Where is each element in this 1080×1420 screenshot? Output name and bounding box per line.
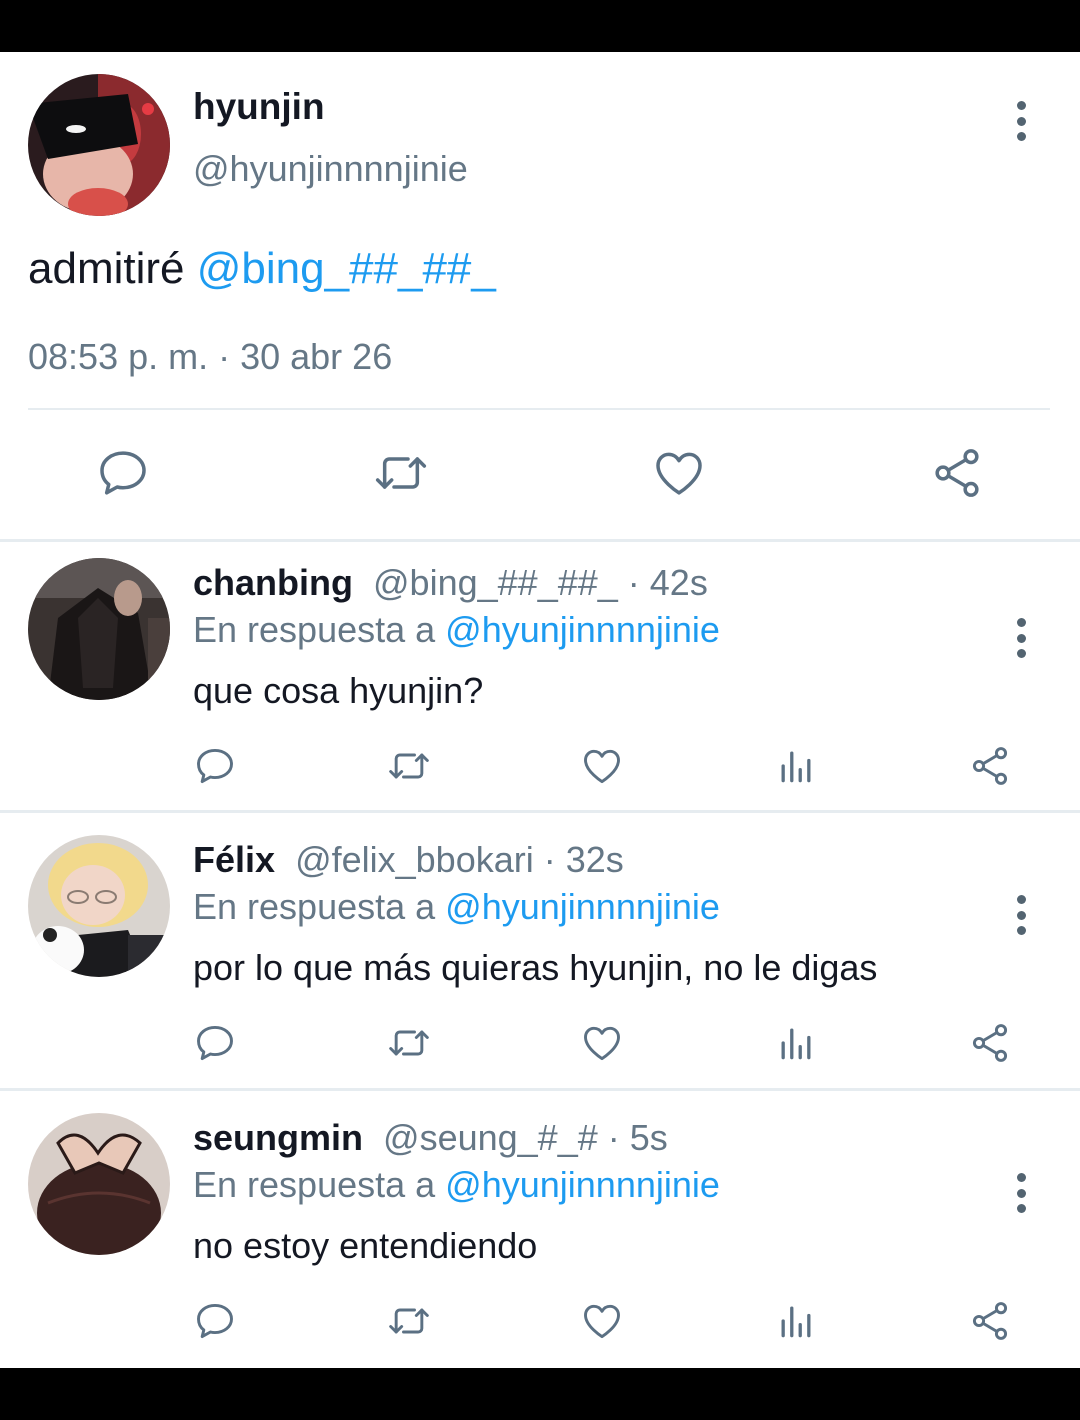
share-icon[interactable] (964, 1017, 1016, 1069)
author-name[interactable]: hyunjin (193, 86, 325, 128)
avatar-felix[interactable] (28, 835, 170, 977)
reply-author-name[interactable]: seungmin (193, 1117, 363, 1158)
mention-link[interactable]: @bing_##_##_ (197, 244, 496, 293)
reply-tweet[interactable]: Félix @felix_bbokari · 32s En respuesta … (0, 819, 1080, 1087)
reply-icon[interactable] (92, 442, 154, 504)
divider (0, 810, 1080, 813)
tweet-thread-screen: hyunjin @hyunjinnnnjinie admitiré @bing_… (0, 52, 1080, 1368)
retweet-icon[interactable] (383, 1017, 435, 1069)
reply-icon[interactable] (189, 740, 241, 792)
navigation-bar (0, 1368, 1080, 1420)
reply-author-handle[interactable]: @seung_#_# (383, 1117, 598, 1158)
reply-text: por lo que más quieras hyunjin, no le di… (193, 947, 878, 988)
reply-actions (0, 1017, 1080, 1069)
replying-to-mention[interactable]: @hyunjinnnnjinie (445, 609, 720, 650)
analytics-icon[interactable] (770, 740, 822, 792)
author-handle[interactable]: @hyunjinnnnjinie (193, 148, 468, 190)
more-options-icon[interactable] (1011, 618, 1031, 658)
share-icon[interactable] (964, 1295, 1016, 1347)
replying-to: En respuesta a @hyunjinnnnjinie (193, 886, 720, 928)
avatar-hyunjin[interactable] (28, 74, 170, 216)
reply-header: seungmin @seung_#_# · 5s (193, 1117, 668, 1159)
avatar-seungmin[interactable] (28, 1113, 170, 1255)
reply-author-handle[interactable]: @bing_##_##_ (373, 562, 618, 603)
tweet-text-body: admitiré (28, 244, 197, 293)
share-icon[interactable] (926, 442, 988, 504)
retweet-icon[interactable] (383, 740, 435, 792)
reply-actions (0, 1295, 1080, 1347)
reply-text: no estoy entendiendo (193, 1225, 538, 1266)
more-options-icon[interactable] (1011, 101, 1031, 141)
reply-author-name[interactable]: chanbing (193, 562, 353, 603)
tweet-text: admitiré @bing_##_##_ (28, 244, 496, 294)
retweet-icon[interactable] (370, 442, 432, 504)
replying-to-mention[interactable]: @hyunjinnnnjinie (445, 1164, 720, 1205)
reply-time: · 32s (543, 839, 624, 880)
reply-text: que cosa hyunjin? (193, 670, 484, 711)
reply-header: chanbing @bing_##_##_ · 42s (193, 562, 708, 604)
replying-to: En respuesta a @hyunjinnnnjinie (193, 1164, 720, 1206)
reply-icon[interactable] (189, 1017, 241, 1069)
reply-author-name[interactable]: Félix (193, 839, 275, 880)
tweet-timestamp: 08:53 p. m. · 30 abr 26 (28, 336, 393, 377)
reply-icon[interactable] (189, 1295, 241, 1347)
reply-time: · 5s (607, 1117, 668, 1158)
replying-to: En respuesta a @hyunjinnnnjinie (193, 609, 720, 651)
analytics-icon[interactable] (770, 1295, 822, 1347)
like-icon[interactable] (576, 1295, 628, 1347)
like-icon[interactable] (648, 442, 710, 504)
reply-header: Félix @felix_bbokari · 32s (193, 839, 624, 881)
reply-tweet[interactable]: seungmin @seung_#_# · 5s En respuesta a … (0, 1097, 1080, 1365)
status-bar (0, 0, 1080, 52)
like-icon[interactable] (576, 740, 628, 792)
replying-to-mention[interactable]: @hyunjinnnnjinie (445, 886, 720, 927)
tweet-actions (0, 442, 1080, 504)
avatar-chanbing[interactable] (28, 558, 170, 700)
reply-tweet[interactable]: chanbing @bing_##_##_ · 42s En respuesta… (0, 542, 1080, 810)
replying-to-label: En respuesta a (193, 609, 446, 650)
reply-actions (0, 740, 1080, 792)
reply-author-handle[interactable]: @felix_bbokari (295, 839, 534, 880)
divider (28, 408, 1050, 410)
replying-to-label: En respuesta a (193, 1164, 446, 1205)
more-options-icon[interactable] (1011, 1173, 1031, 1213)
like-icon[interactable] (576, 1017, 628, 1069)
more-options-icon[interactable] (1011, 895, 1031, 935)
divider (0, 1088, 1080, 1091)
replying-to-label: En respuesta a (193, 886, 446, 927)
reply-time: · 42s (627, 562, 708, 603)
share-icon[interactable] (964, 740, 1016, 792)
analytics-icon[interactable] (770, 1017, 822, 1069)
retweet-icon[interactable] (383, 1295, 435, 1347)
